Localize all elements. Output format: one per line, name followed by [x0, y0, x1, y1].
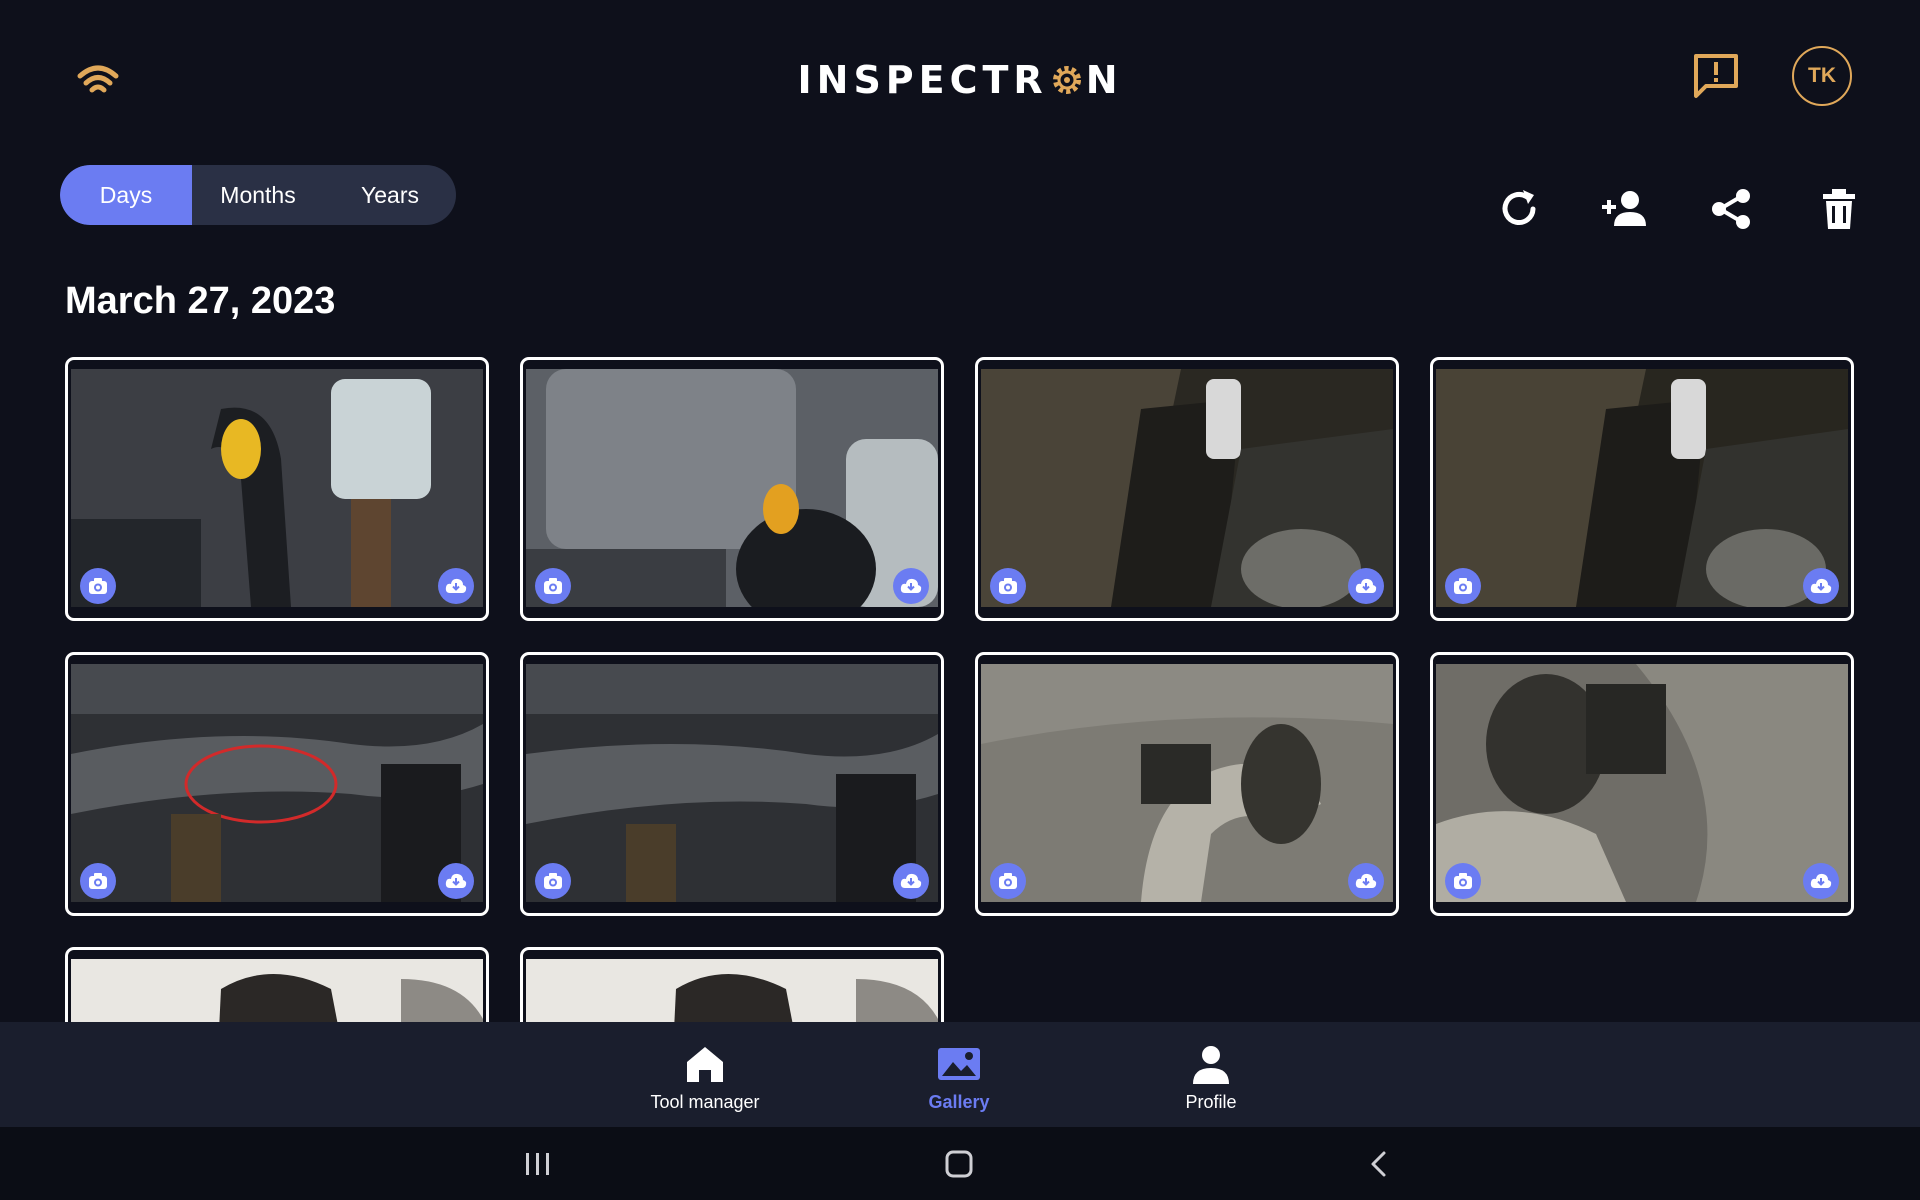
logo-text-left: INSPECTR: [797, 58, 1048, 102]
app-logo: INSPECTR N: [0, 58, 1920, 102]
photo-tile[interactable]: [1430, 357, 1854, 621]
camera-icon[interactable]: [1445, 863, 1481, 899]
nav-gallery[interactable]: Gallery: [859, 1044, 1059, 1113]
logo-text-right: N: [1085, 58, 1123, 102]
photo-thumbnail: [71, 664, 483, 902]
bottom-navigation: Tool manager Gallery Profile: [0, 1022, 1920, 1127]
nav-label: Profile: [1185, 1092, 1237, 1112]
cloud-download-icon[interactable]: [893, 568, 929, 604]
refresh-icon[interactable]: [1496, 186, 1542, 232]
top-bar: INSPECTR N TK: [0, 0, 1920, 160]
cloud-download-icon[interactable]: [438, 568, 474, 604]
photo-tile[interactable]: [975, 357, 1399, 621]
photo-tile[interactable]: [65, 357, 489, 621]
cloud-download-icon[interactable]: [438, 863, 474, 899]
photo-tile[interactable]: [65, 652, 489, 916]
camera-icon[interactable]: [990, 863, 1026, 899]
photo-thumbnail: [526, 959, 938, 1022]
tab-years[interactable]: Years: [324, 165, 456, 225]
camera-icon[interactable]: [535, 568, 571, 604]
gallery-icon: [938, 1048, 980, 1080]
logo-gear-icon: [1052, 66, 1081, 94]
cloud-download-icon[interactable]: [1348, 568, 1384, 604]
system-navigation-bar: [0, 1127, 1920, 1200]
photo-tile[interactable]: [65, 947, 489, 1022]
photo-thumbnail: [71, 369, 483, 607]
feedback-icon[interactable]: [1690, 50, 1742, 102]
camera-icon[interactable]: [80, 568, 116, 604]
camera-icon[interactable]: [80, 863, 116, 899]
camera-icon[interactable]: [990, 568, 1026, 604]
cloud-download-icon[interactable]: [1803, 863, 1839, 899]
photo-tile[interactable]: [520, 947, 944, 1022]
photo-thumbnail: [71, 959, 483, 1022]
photo-grid: [65, 357, 1857, 1022]
photo-tile[interactable]: [1430, 652, 1854, 916]
period-segmented-control: Days Months Years: [60, 165, 456, 225]
photo-tile[interactable]: [520, 357, 944, 621]
date-heading: March 27, 2023: [65, 280, 336, 322]
person-icon: [1193, 1046, 1229, 1084]
cloud-download-icon[interactable]: [1348, 863, 1384, 899]
nav-label: Tool manager: [650, 1092, 760, 1112]
share-icon[interactable]: [1708, 186, 1754, 232]
user-avatar[interactable]: TK: [1792, 46, 1852, 106]
recent-apps-icon[interactable]: [522, 1149, 554, 1179]
avatar-initials: TK: [1808, 64, 1836, 87]
tab-months[interactable]: Months: [192, 165, 324, 225]
home-button-icon[interactable]: [943, 1149, 975, 1179]
photo-thumbnail: [526, 664, 938, 902]
photo-thumbnail: [1436, 369, 1848, 607]
photo-thumbnail: [981, 369, 1393, 607]
nav-label: Gallery: [928, 1092, 990, 1112]
back-icon[interactable]: [1364, 1149, 1396, 1179]
nav-tool-manager[interactable]: Tool manager: [605, 1044, 805, 1113]
photo-tile[interactable]: [975, 652, 1399, 916]
photo-tile[interactable]: [520, 652, 944, 916]
home-icon: [687, 1047, 723, 1082]
cloud-download-icon[interactable]: [893, 863, 929, 899]
add-user-icon[interactable]: [1600, 186, 1650, 232]
tab-days[interactable]: Days: [60, 165, 192, 225]
photo-thumbnail: [1436, 664, 1848, 902]
cloud-download-icon[interactable]: [1803, 568, 1839, 604]
camera-icon[interactable]: [1445, 568, 1481, 604]
photo-thumbnail: [981, 664, 1393, 902]
camera-icon[interactable]: [535, 863, 571, 899]
gallery-actions: [1496, 186, 1866, 232]
photo-thumbnail: [526, 369, 938, 607]
trash-icon[interactable]: [1816, 186, 1862, 232]
nav-profile[interactable]: Profile: [1111, 1044, 1311, 1113]
